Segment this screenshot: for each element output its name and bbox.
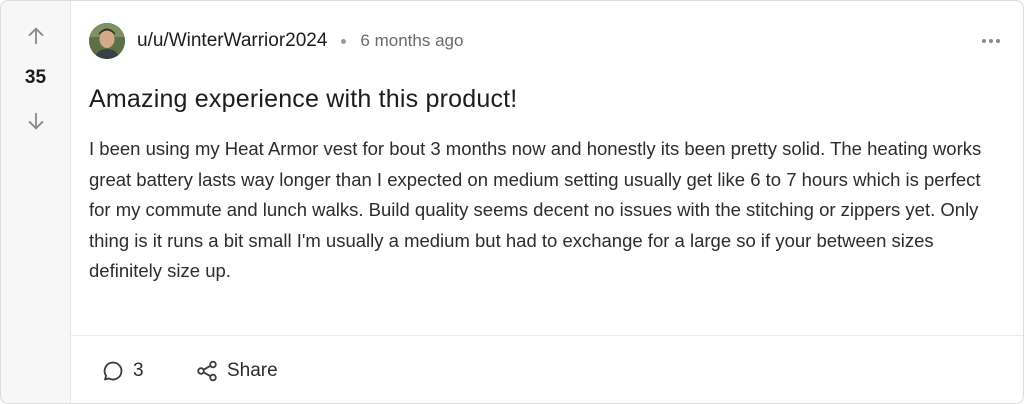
comment-icon (101, 359, 125, 383)
comments-count: 3 (133, 360, 144, 381)
post-content: u/u/WinterWarrior2024 6 months ago Amazi… (71, 1, 1023, 403)
separator-dot (341, 38, 347, 44)
downvote-button[interactable] (24, 109, 48, 133)
post-title[interactable]: Amazing experience with this product! (89, 85, 1003, 114)
avatar-image (89, 23, 125, 59)
vote-score: 35 (24, 67, 47, 88)
post-header: u/u/WinterWarrior2024 6 months ago (89, 21, 463, 61)
share-label: Share (227, 360, 278, 381)
arrow-up-icon (28, 27, 44, 45)
post-body: I been using my Heat Armor vest for bout… (89, 138, 982, 281)
vote-column: 35 (1, 1, 71, 403)
more-horizontal-icon (982, 39, 1000, 43)
share-icon (195, 359, 219, 383)
comments-button[interactable]: 3 (101, 356, 144, 386)
post-card: 35 u/u/WinterWarrior2024 6 months ago Am… (0, 0, 1024, 404)
avatar[interactable] (89, 23, 125, 59)
more-options-button[interactable] (977, 27, 1005, 55)
share-button[interactable]: Share (195, 356, 278, 386)
author-username[interactable]: u/u/WinterWarrior2024 (137, 30, 327, 52)
post-footer: 3 Share (71, 335, 1023, 403)
post-timestamp: 6 months ago (360, 31, 464, 50)
arrow-down-icon (28, 112, 44, 130)
upvote-button[interactable] (24, 24, 48, 48)
